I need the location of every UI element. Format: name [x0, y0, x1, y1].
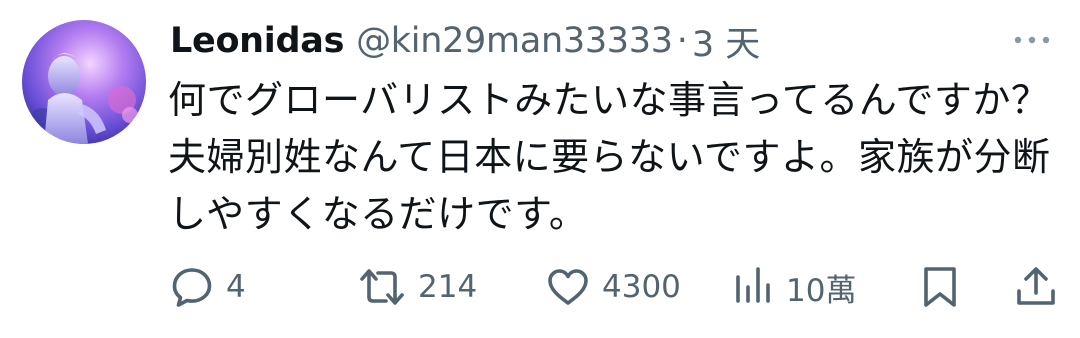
retweet-icon — [360, 269, 404, 305]
retweet-button[interactable]: 214 — [358, 262, 477, 312]
like-count: 4300 — [602, 269, 681, 305]
avatar[interactable] — [22, 20, 146, 144]
tweet-text: 何でグローバリストみたいな事言ってるんですか？夫婦別姓なんて日本に要らないですよ… — [168, 78, 1051, 236]
views-button[interactable]: 10萬 — [730, 262, 856, 312]
action-bar: 4 214 4300 10萬 — [0, 262, 1080, 312]
tweet-header: Leonidas @kin29man33333 · 3 天 — [170, 16, 760, 67]
like-button[interactable]: 4300 — [546, 262, 681, 312]
bookmark-button[interactable] — [918, 262, 962, 312]
retweet-count: 214 — [418, 269, 478, 305]
views-count: 10萬 — [786, 272, 857, 309]
views-chart-icon — [736, 267, 770, 303]
display-name[interactable]: Leonidas — [170, 21, 344, 61]
tweet-card[interactable]: Leonidas @kin29man33333 · 3 天 何でグローバリストみ… — [0, 0, 1080, 338]
more-options-button[interactable] — [1012, 28, 1052, 52]
separator-dot: · — [676, 21, 688, 61]
reply-icon — [172, 268, 212, 307]
more-dots-icon — [1014, 36, 1050, 44]
reply-count: 4 — [226, 269, 246, 305]
avatar-image — [22, 20, 146, 144]
heart-icon — [548, 269, 588, 305]
bookmark-icon — [924, 267, 956, 307]
reply-button[interactable]: 4 — [170, 262, 246, 312]
user-handle[interactable]: @kin29man33333 — [356, 21, 673, 61]
timestamp[interactable]: 3 天 — [692, 16, 760, 67]
share-upload-icon — [1017, 267, 1055, 305]
share-button[interactable] — [1014, 262, 1058, 312]
